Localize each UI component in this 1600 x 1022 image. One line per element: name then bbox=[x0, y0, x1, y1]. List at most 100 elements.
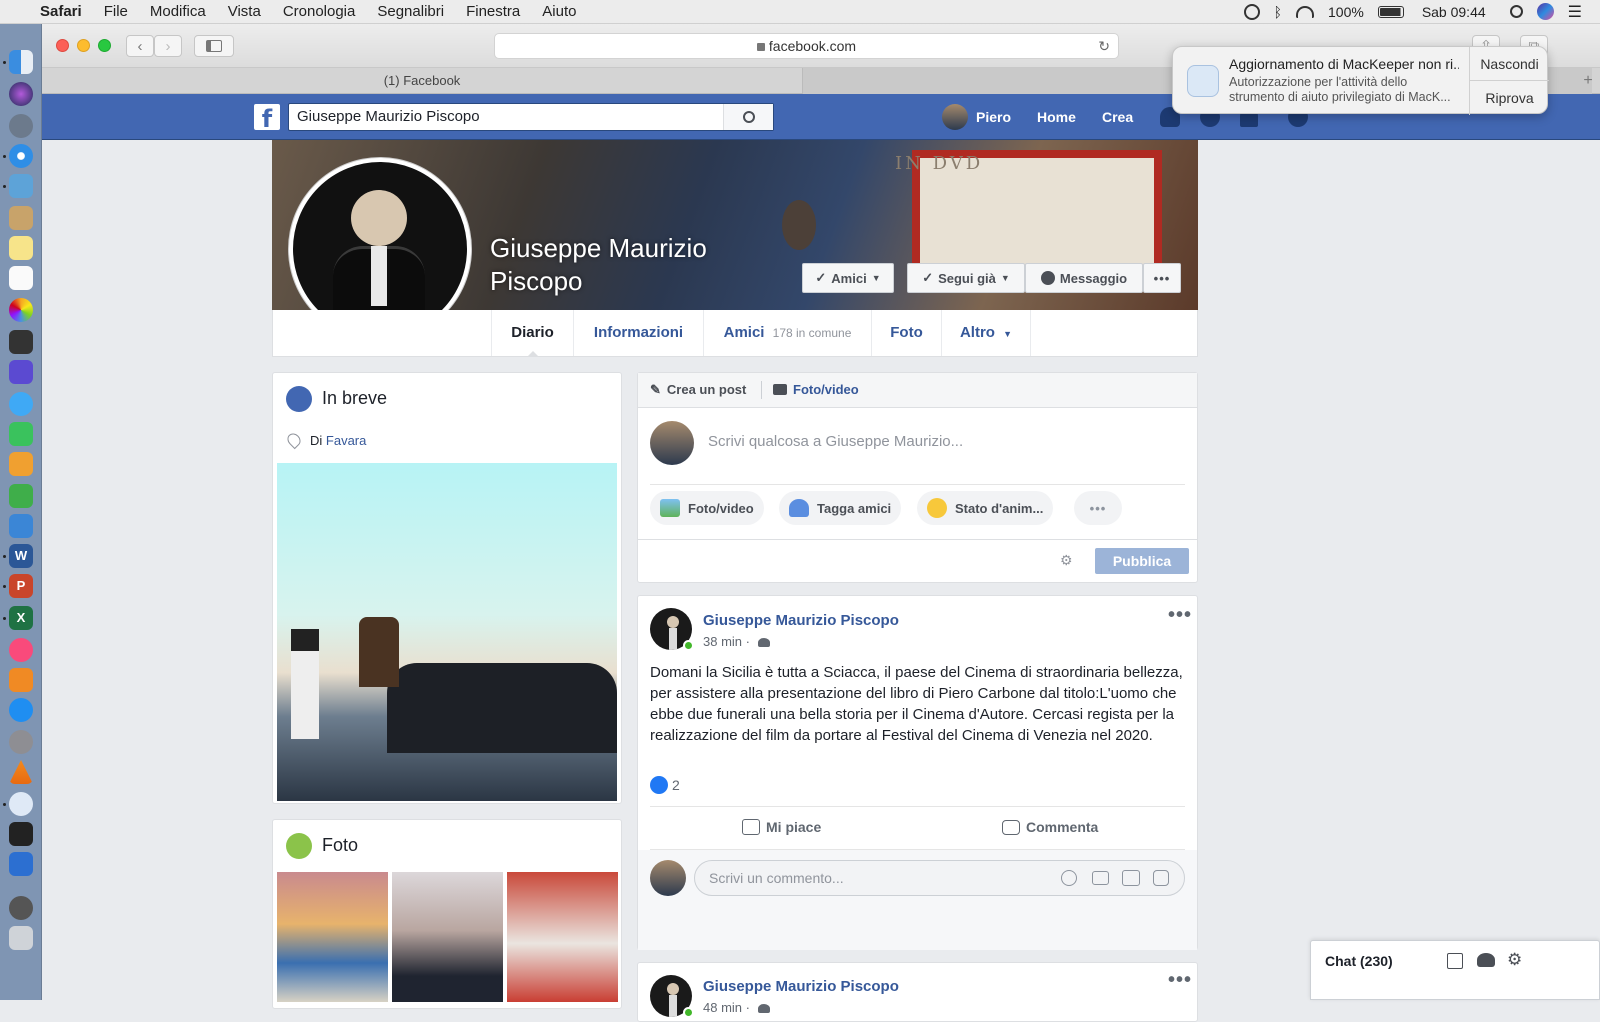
back-button[interactable]: ‹ bbox=[126, 35, 154, 57]
bluetooth-file-exchange-icon[interactable] bbox=[9, 852, 33, 876]
group-chat-icon[interactable] bbox=[1477, 953, 1495, 967]
preview-icon[interactable] bbox=[9, 174, 33, 198]
settings-gear-icon[interactable]: ⚙ bbox=[1060, 552, 1073, 569]
chat-label[interactable]: Chat (230) bbox=[1325, 953, 1393, 969]
reminders-icon[interactable] bbox=[9, 266, 33, 290]
pill-more[interactable]: ••• bbox=[1074, 491, 1122, 525]
menu-cronologia[interactable]: Cronologia bbox=[283, 3, 356, 20]
search-box[interactable]: Giuseppe Maurizio Piscopo bbox=[288, 103, 774, 131]
excel-icon[interactable]: X bbox=[9, 606, 33, 630]
app-store-icon[interactable] bbox=[9, 698, 33, 722]
chat-bar[interactable]: Chat (230) ⚙ bbox=[1310, 940, 1600, 1000]
finder-icon[interactable] bbox=[9, 50, 33, 74]
publish-button[interactable]: Pubblica bbox=[1095, 548, 1189, 574]
launchpad-icon[interactable] bbox=[9, 114, 33, 138]
ibooks-icon[interactable] bbox=[9, 668, 33, 692]
close-window-button[interactable] bbox=[56, 39, 69, 52]
mackeeper-status-icon[interactable] bbox=[1243, 3, 1260, 20]
menu-file[interactable]: File bbox=[104, 3, 128, 20]
tab-facebook-active[interactable]: (1) Facebook bbox=[42, 68, 802, 94]
battery-icon[interactable] bbox=[1377, 5, 1404, 18]
photos-icon[interactable] bbox=[9, 298, 33, 322]
photo-thumb-3[interactable] bbox=[507, 872, 618, 1002]
composer-input[interactable]: Scrivi qualcosa a Giuseppe Maurizio... bbox=[708, 433, 963, 450]
pill-tag-friends[interactable]: Tagga amici bbox=[779, 491, 902, 525]
spotlight-search-icon[interactable] bbox=[1509, 5, 1523, 18]
forward-button[interactable]: › bbox=[154, 35, 182, 57]
webcam-icon[interactable] bbox=[9, 896, 33, 920]
bluetooth-icon[interactable]: ᛒ bbox=[1274, 4, 1282, 20]
photo-thumb-2[interactable] bbox=[392, 872, 503, 1002]
more-options-button[interactable]: ••• bbox=[1143, 263, 1181, 293]
composer-photo-tab[interactable]: Foto/video bbox=[773, 382, 859, 397]
mackeeper-dock-icon[interactable] bbox=[9, 792, 33, 816]
reload-icon[interactable]: ↻ bbox=[1098, 34, 1110, 59]
minimize-window-button[interactable] bbox=[77, 39, 90, 52]
siri-icon[interactable] bbox=[1536, 3, 1554, 20]
vlc-icon[interactable] bbox=[9, 760, 33, 784]
address-bar[interactable]: facebook.com ↻ bbox=[494, 33, 1119, 59]
clock[interactable]: Sab 09:44 bbox=[1422, 4, 1486, 20]
post-timestamp[interactable]: 38 min · bbox=[703, 634, 770, 649]
post-options-button[interactable]: ••• bbox=[1168, 604, 1192, 627]
word-icon[interactable]: W bbox=[9, 544, 33, 568]
search-input[interactable]: Giuseppe Maurizio Piscopo bbox=[297, 104, 480, 130]
tab-amici[interactable]: Amici 178 in comune bbox=[703, 310, 871, 356]
menu-segnalibri[interactable]: Segnalibri bbox=[377, 3, 444, 20]
post-author-name[interactable]: Giuseppe Maurizio Piscopo bbox=[703, 612, 899, 629]
post-options-button[interactable]: ••• bbox=[1168, 969, 1192, 992]
menu-finestra[interactable]: Finestra bbox=[466, 3, 520, 20]
post-timestamp[interactable]: 48 min · bbox=[703, 1000, 770, 1015]
notification-retry-button[interactable]: Riprova bbox=[1469, 81, 1549, 115]
contacts-icon[interactable] bbox=[9, 206, 33, 230]
photos-title[interactable]: Foto bbox=[322, 835, 358, 856]
facetime-icon[interactable] bbox=[9, 422, 33, 446]
itunes-icon[interactable] bbox=[9, 638, 33, 662]
nav-crea[interactable]: Crea bbox=[1102, 94, 1133, 140]
tab-altro[interactable]: Altro ▼ bbox=[941, 310, 1031, 356]
likes-summary[interactable]: 2 bbox=[650, 776, 680, 794]
pill-photo-video[interactable]: Foto/video bbox=[650, 491, 764, 525]
zoom-window-button[interactable] bbox=[98, 39, 111, 52]
notification-center-icon[interactable]: ☰ bbox=[1568, 2, 1582, 22]
location-link[interactable]: Favara bbox=[326, 433, 366, 448]
menu-app-safari[interactable]: Safari bbox=[40, 3, 82, 20]
keynote-icon[interactable] bbox=[9, 514, 33, 538]
terminal-icon[interactable] bbox=[9, 822, 33, 846]
wifi-icon[interactable] bbox=[1296, 5, 1314, 18]
pill-mood[interactable]: Stato d'anim... bbox=[917, 491, 1054, 525]
facebook-logo[interactable]: f bbox=[254, 104, 280, 133]
messages-icon[interactable] bbox=[9, 392, 33, 416]
camera-icon[interactable] bbox=[1092, 871, 1109, 885]
sidebar-toggle-button[interactable] bbox=[194, 35, 234, 57]
friends-button[interactable]: ✓ Amici ▼ bbox=[802, 263, 894, 293]
trash-icon[interactable] bbox=[9, 926, 33, 950]
menu-aiuto[interactable]: Aiuto bbox=[542, 3, 576, 20]
new-tab-button[interactable]: + bbox=[1576, 68, 1600, 94]
sticker-icon[interactable] bbox=[1153, 870, 1169, 886]
notes-icon[interactable] bbox=[9, 236, 33, 260]
numbers-icon[interactable] bbox=[9, 484, 33, 508]
printer-icon[interactable] bbox=[9, 330, 33, 354]
menu-modifica[interactable]: Modifica bbox=[150, 3, 206, 20]
gif-icon[interactable] bbox=[1122, 870, 1140, 886]
menu-vista[interactable]: Vista bbox=[228, 3, 261, 20]
powerpoint-icon[interactable]: P bbox=[9, 574, 33, 598]
nav-user-name[interactable]: Piero bbox=[976, 94, 1011, 140]
photo-thumb-1[interactable] bbox=[277, 872, 388, 1002]
tab-informazioni[interactable]: Informazioni bbox=[573, 310, 703, 356]
comment-button[interactable]: Commenta bbox=[1002, 819, 1098, 835]
comment-input[interactable]: Scrivi un commento... bbox=[694, 860, 1185, 896]
intro-photo[interactable] bbox=[277, 463, 617, 801]
emoji-icon[interactable] bbox=[1061, 870, 1077, 886]
search-button[interactable] bbox=[723, 104, 773, 130]
system-preferences-icon[interactable] bbox=[9, 730, 33, 754]
user-avatar[interactable] bbox=[942, 104, 968, 130]
safari-icon[interactable] bbox=[9, 144, 33, 168]
chat-settings-icon[interactable]: ⚙ bbox=[1507, 950, 1522, 970]
composer-create-post-tab[interactable]: ✎ Crea un post bbox=[650, 382, 746, 398]
new-message-icon[interactable] bbox=[1447, 953, 1463, 969]
tab-diario[interactable]: Diario bbox=[491, 310, 573, 357]
like-button[interactable]: Mi piace bbox=[742, 819, 821, 835]
pages-icon[interactable] bbox=[9, 452, 33, 476]
